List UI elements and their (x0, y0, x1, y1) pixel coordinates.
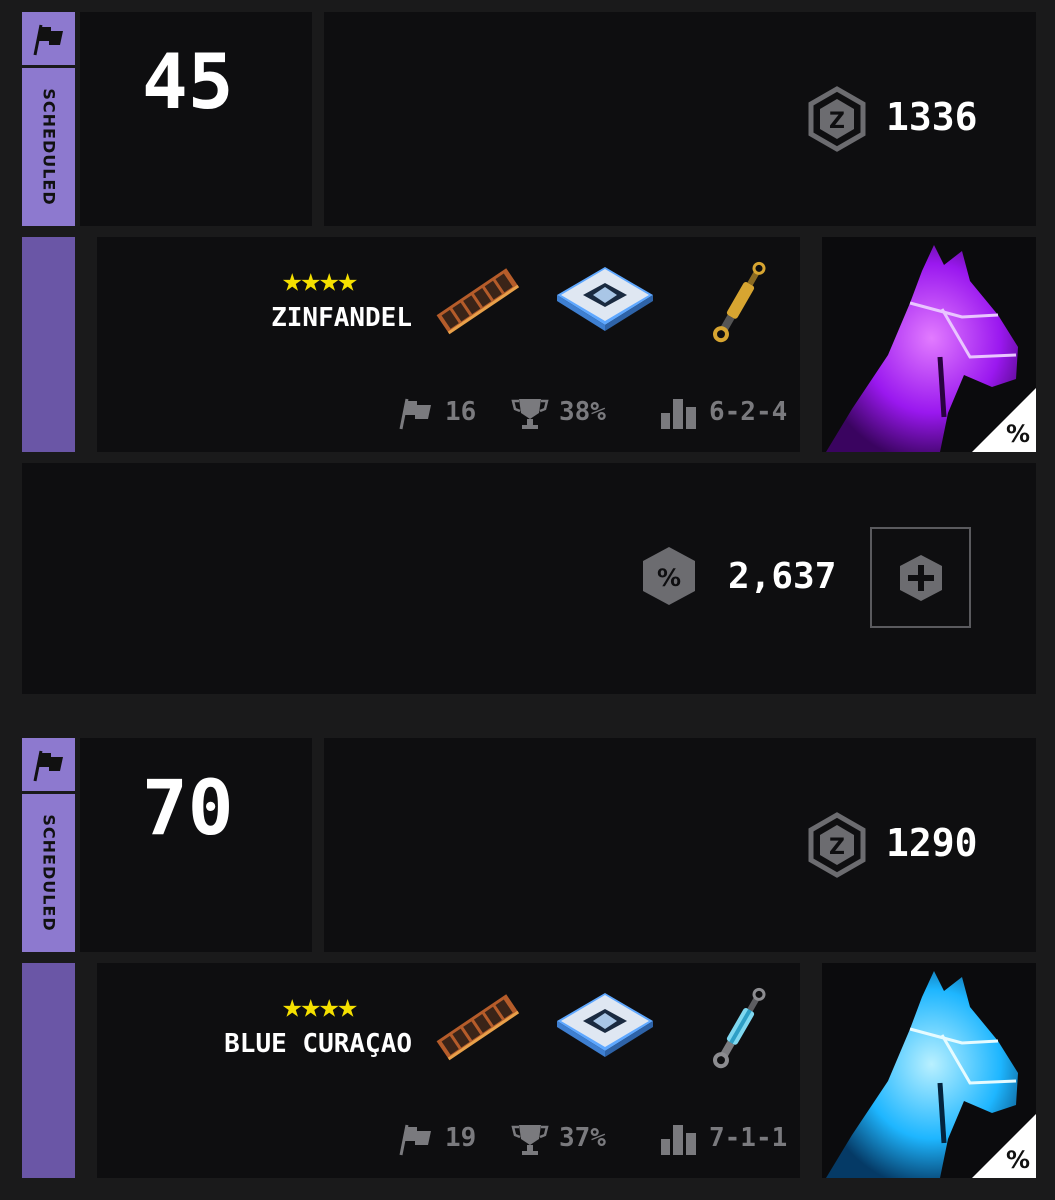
percent-hex-icon: % (643, 547, 695, 605)
cylinder-icon (713, 261, 766, 343)
flag-icon-box (22, 738, 75, 791)
horse-info-panel: ★★★★ ZINFANDEL 16 38% 6-2-4 (97, 237, 800, 452)
svg-text:Z: Z (829, 835, 845, 860)
record: 6-2-4 (709, 397, 788, 427)
gate-number: 70 (142, 763, 234, 852)
percent-icon: % (1005, 1146, 1030, 1174)
rating-panel: Z 1290 (324, 738, 1036, 952)
gate-panel: 70 (80, 738, 312, 952)
cylinder-icon (713, 987, 766, 1069)
rating-panel: Z 1336 (324, 12, 1036, 226)
svg-text:%: % (657, 564, 681, 592)
record-bars-icon (661, 399, 696, 429)
plus-hex-icon (899, 554, 942, 601)
record-bars-icon (661, 1125, 696, 1155)
rating-value: 1290 (886, 821, 978, 865)
status-label: SCHEDULED (39, 88, 58, 206)
percent-icon: % (1005, 420, 1030, 448)
record: 7-1-1 (709, 1123, 788, 1153)
svg-text:Z: Z (829, 109, 845, 134)
races-flag-icon (399, 1124, 431, 1156)
gate-number: 45 (142, 37, 234, 126)
win-rate: 37% (559, 1123, 606, 1153)
entry-fee-panel: % 2,637 (22, 463, 1036, 694)
zed-coin-icon: Z (808, 86, 866, 152)
status-strip: SCHEDULED (22, 68, 75, 226)
horse-info-panel: ★★★★ BLUE CURAÇAO 19 37% 7-1-1 (97, 963, 800, 1178)
horse-avatar[interactable]: % (822, 963, 1036, 1178)
flag-icon-box (22, 12, 75, 65)
entry-accent-bar (22, 237, 75, 452)
trophy-icon (511, 399, 549, 429)
chip-icon (557, 267, 653, 331)
flag-icon (33, 24, 63, 55)
status-strip: SCHEDULED (22, 794, 75, 952)
win-rate: 38% (559, 397, 606, 427)
horse-name: BLUE CURAÇAO (224, 1029, 412, 1059)
entry-accent-bar (22, 963, 75, 1178)
horse-avatar[interactable]: % (822, 237, 1036, 452)
gate-panel: 45 (80, 12, 312, 226)
flag-icon (33, 750, 63, 781)
chip-icon (557, 993, 653, 1057)
races-count: 19 (445, 1123, 477, 1153)
races-count: 16 (445, 397, 477, 427)
zed-coin-icon: Z (808, 812, 866, 878)
status-label: SCHEDULED (39, 814, 58, 932)
star-rating: ★★★★ (282, 986, 358, 1026)
races-flag-icon (399, 398, 431, 430)
trophy-icon (511, 1125, 549, 1155)
fee-amount: 2,637 (728, 556, 837, 597)
horse-name: ZINFANDEL (271, 303, 412, 333)
star-rating: ★★★★ (282, 260, 358, 300)
circuit-board-icon (436, 994, 520, 1061)
rating-value: 1336 (886, 95, 978, 139)
circuit-board-icon (436, 268, 520, 335)
add-entry-button[interactable] (870, 527, 971, 628)
